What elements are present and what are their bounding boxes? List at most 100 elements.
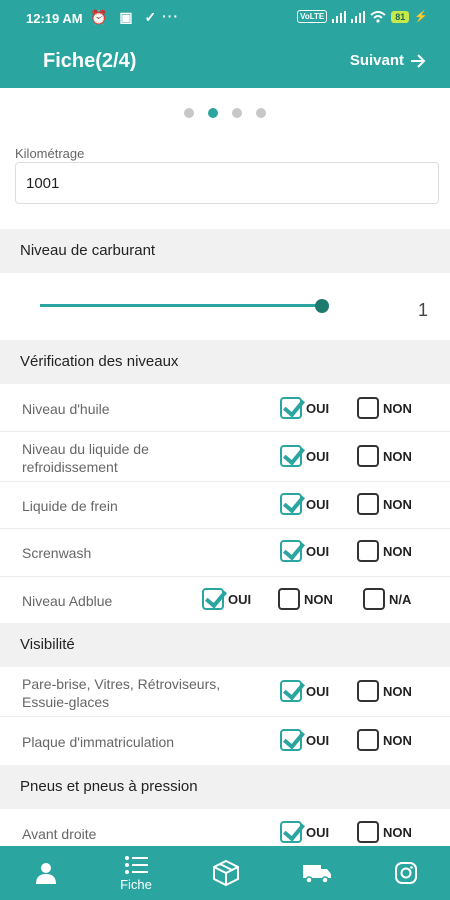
adblue-na-option[interactable]: N/A [363,588,411,610]
row-label: Niveau Adblue [22,593,113,609]
row-label: Plaque d'immatriculation [22,734,175,750]
status-time: 12:19 AM [26,11,83,26]
checkbox-checked-icon[interactable] [280,540,302,562]
front-right-yes-option[interactable]: OUI [280,821,329,843]
coolant-yes-option[interactable]: OUI [280,445,329,467]
checkbox-empty-icon[interactable] [357,729,379,751]
checkbox-checked-icon[interactable] [280,445,302,467]
nav-truck[interactable] [290,846,344,900]
checkbox-empty-icon[interactable] [357,821,379,843]
checkbox-checked-icon[interactable] [280,821,302,843]
yes-label: OUI [306,496,330,512]
checkbox-empty-icon[interactable] [357,445,379,467]
list-icon [124,855,148,875]
brake-no-option[interactable]: NON [357,493,412,515]
adblue-yes-option[interactable]: OUI [202,588,251,610]
plate-no-option[interactable]: NON [357,729,412,751]
wifi-icon [370,10,386,23]
checkbox-empty-icon[interactable] [357,397,379,419]
next-button-label: Suivant [349,52,404,69]
screenwash-no-option[interactable]: NON [357,540,412,562]
row-label: Niveau du liquide de refroidissement [22,441,149,475]
checkbox-checked-icon[interactable] [202,588,224,610]
volte-badge: VoLTE [297,10,328,23]
checkbox-empty-icon[interactable] [278,588,300,610]
checkbox-checked-icon[interactable] [280,493,302,515]
checkbox-empty-icon[interactable] [357,493,379,515]
yes-label: OUI [306,400,330,416]
yes-label: OUI [306,683,330,699]
checkbox-empty-icon[interactable] [357,540,379,562]
tyres-section-header: Pneus et pneus à pression [0,765,450,809]
instagram-icon [394,861,418,885]
row-label: Avant droite [22,826,97,842]
yes-label: OUI [228,591,252,607]
nav-profile[interactable] [22,846,70,900]
no-label: NON [383,496,412,512]
no-label: NON [383,683,412,699]
arrow-right-icon [410,53,426,68]
checkbox-checked-icon[interactable] [280,729,302,751]
page-indicator [0,108,450,118]
page-title: Fiche(2/4) [43,50,137,72]
fuel-section-header: Niveau de carburant [0,229,450,273]
yes-label: OUI [306,824,330,840]
verification-section-header: Vérification des niveaux [0,340,450,384]
status-right: VoLTE 81 ⚡ [297,10,428,23]
check-row-front-right: Avant droite OUI NON [0,809,450,846]
check-row-oil: Niveau d'huile OUI NON [0,384,450,432]
oil-yes-option[interactable]: OUI [280,397,329,419]
no-label: NON [383,543,412,559]
check-row-brake-fluid: Liquide de frein OUI NON [0,482,450,529]
row-label: Pare-brise, Vitres, Rétroviseurs, Essuie… [22,676,221,710]
row-label: Liquide de frein [22,498,118,514]
truck-icon [302,862,332,884]
checkbox-checked-icon[interactable] [280,680,302,702]
checkbox-empty-icon[interactable] [357,680,379,702]
page-dot-2-active [208,108,218,118]
next-button[interactable]: Suivant [350,52,426,69]
status-more-dots: ··· [162,8,179,24]
signal-icon-2 [351,10,366,23]
page-dot-1 [184,108,194,118]
fuel-value: 1 [418,300,429,320]
person-icon [34,861,58,885]
signal-icon [332,10,347,23]
no-label: NON [383,400,412,416]
battery-icon: 81 [391,10,410,23]
nav-instagram[interactable] [382,846,430,900]
oil-no-option[interactable]: NON [357,397,412,419]
windshield-yes-option[interactable]: OUI [280,680,329,702]
adblue-no-option[interactable]: NON [278,588,333,610]
plate-yes-option[interactable]: OUI [280,729,329,751]
check-row-plate: Plaque d'immatriculation OUI NON [0,717,450,765]
kilometrage-label: Kilométrage [15,146,85,161]
box-icon [212,859,240,887]
nav-fiche[interactable]: Fiche [106,846,166,900]
charging-icon: ⚡ [414,11,428,23]
fuel-slider-track[interactable] [40,304,322,307]
fuel-slider-thumb[interactable] [315,299,329,313]
coolant-no-option[interactable]: NON [357,445,412,467]
checkbox-empty-icon[interactable] [363,588,385,610]
check-row-coolant: Niveau du liquide de refroidissement OUI… [0,432,450,482]
yes-label: OUI [306,732,330,748]
windshield-no-option[interactable]: NON [357,680,412,702]
no-label: NON [383,732,412,748]
page-dot-3 [232,108,242,118]
status-bar: 12:19 AM ⏰ ▣ ✓ ··· VoLTE 81 ⚡ [0,0,450,34]
nav-package[interactable] [202,846,250,900]
nav-fiche-label: Fiche [120,876,152,892]
screenwash-yes-option[interactable]: OUI [280,540,329,562]
visibility-section-header: Visibilité [0,623,450,667]
na-label: N/A [389,591,412,607]
front-right-no-option[interactable]: NON [357,821,412,843]
check-row-adblue: Niveau Adblue OUI NON N/A [0,577,450,623]
check-row-windshield: Pare-brise, Vitres, Rétroviseurs, Essuie… [0,667,450,717]
app-bar: Fiche(2/4) Suivant [0,34,450,88]
yes-label: OUI [306,543,330,559]
checkbox-checked-icon[interactable] [280,397,302,419]
page-dot-4 [256,108,266,118]
kilometrage-input[interactable] [15,162,439,204]
brake-yes-option[interactable]: OUI [280,493,329,515]
